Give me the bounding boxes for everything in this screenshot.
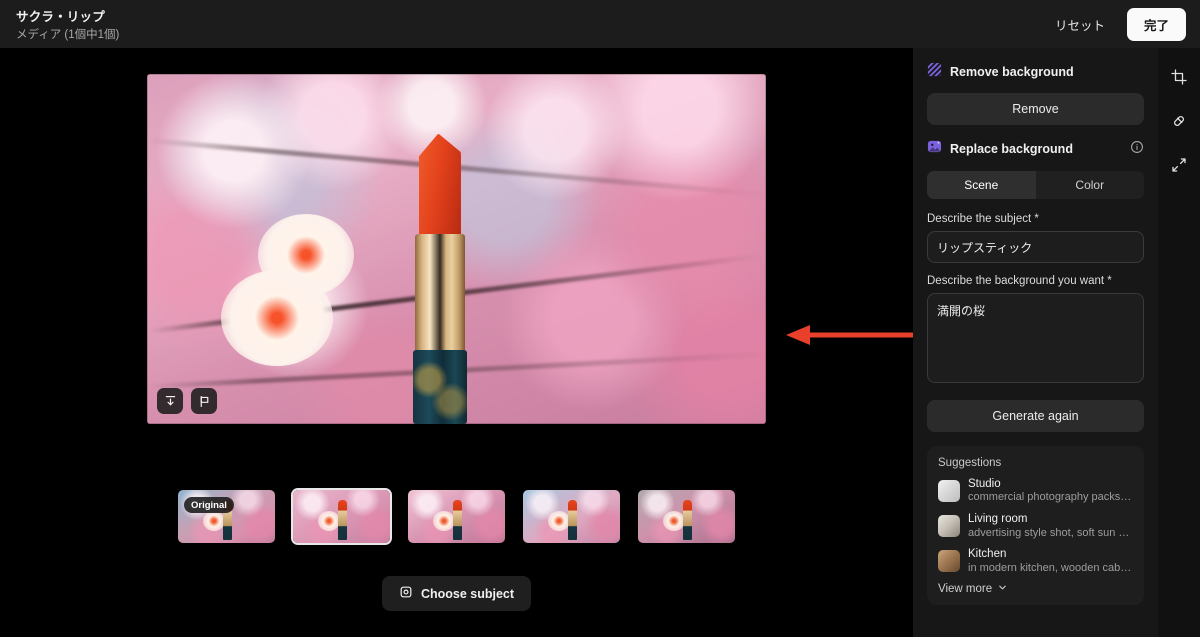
tab-scene[interactable]: Scene [927,171,1036,199]
resize-diagonal-icon[interactable] [1164,150,1194,180]
suggestions-title: Suggestions [938,457,1002,469]
thumbnail-item[interactable]: Original [176,488,277,545]
canvas-area: Original Choose subject [0,48,928,637]
suggestions-panel: Suggestions Studio commercial photograph… [927,446,1144,606]
right-panel: Remove background Remove Replace backgro… [913,48,1158,637]
stripes-icon [927,62,942,82]
thumbnail-item[interactable] [636,488,737,545]
thumbnail-lipstick [567,499,577,540]
suggestion-name: Living room [968,513,1028,526]
remove-button[interactable]: Remove [927,93,1144,125]
suggestion-thumbnail [938,480,960,503]
suggestion-name: Kitchen [968,548,1007,561]
subject-field-label: Describe the subject * [927,213,1039,225]
suggestion-item-living-room[interactable]: Living room advertising style shot, soft… [938,512,1133,540]
flag-icon[interactable] [191,388,217,414]
suggestion-text: Kitchen in modern kitchen, wooden cabi… [968,547,1133,575]
choose-subject-button[interactable]: Choose subject [381,576,532,611]
replace-background-header: Replace background [927,139,1144,159]
suggestion-item-kitchen[interactable]: Kitchen in modern kitchen, wooden cabi… [938,547,1133,575]
image-overlay-actions [157,388,217,414]
choose-subject-container: Choose subject [0,576,913,611]
done-button[interactable]: 完了 [1126,7,1186,41]
thumbnail-lipstick [452,499,462,540]
image-editor-app: サクラ・リップ メディア (1個中1個) リセット 完了 Original Ch… [0,0,1200,637]
remove-background-title: Remove background [950,65,1074,79]
page-subtitle: メディア (1個中1個) [16,29,120,41]
hero-image[interactable] [147,74,766,424]
view-more-label: View more [938,583,993,596]
subject-input[interactable] [927,231,1144,263]
blossom-decoration [221,270,334,366]
suggestion-description: commercial photography packsh… [968,491,1133,504]
generate-again-button[interactable]: Generate again [927,400,1144,432]
top-actions: リセット 完了 [1047,7,1186,41]
suggestion-text: Living room advertising style shot, soft… [968,512,1133,540]
background-field-label: Describe the background you want * [927,275,1112,287]
top-bar: サクラ・リップ メディア (1個中1個) リセット 完了 [0,0,1200,48]
thumbnail-item[interactable] [521,488,622,545]
tab-color[interactable]: Color [1036,171,1145,199]
annotation-arrow [786,325,928,345]
lipstick-subject [407,133,473,424]
tool-rail [1158,48,1200,637]
thumbnail-item[interactable] [406,488,507,545]
suggestion-text: Studio commercial photography packsh… [968,477,1133,505]
lipstick-base [412,349,467,424]
background-mode-tabs: Scene Color [927,171,1144,199]
original-badge: Original [184,497,234,513]
replace-background-title: Replace background [950,142,1073,156]
suggestion-description: in modern kitchen, wooden cabi… [968,561,1133,574]
suggestion-item-studio[interactable]: Studio commercial photography packsh… [938,477,1133,505]
lipstick-bullet [418,133,461,238]
thumbnail-lipstick [682,499,692,540]
subject-target-icon [399,585,413,602]
reset-button[interactable]: リセット [1047,9,1113,40]
thumbnail-lipstick [337,499,347,540]
image-sparkle-icon [927,139,942,159]
view-more-button[interactable]: View more [938,582,1133,596]
info-icon[interactable] [1130,140,1144,159]
crop-icon[interactable] [1164,62,1194,92]
suggestion-thumbnail [938,550,960,573]
lipstick-tube [414,233,465,352]
eraser-icon[interactable] [1164,106,1194,136]
page-title: サクラ・リップ [16,10,105,24]
title-block: サクラ・リップ メディア (1個中1個) [16,6,119,42]
background-prompt-textarea[interactable] [927,293,1144,383]
choose-subject-label: Choose subject [420,586,515,601]
thumbnail-item[interactable] [291,488,392,545]
thumbnail-strip: Original [0,488,913,545]
download-icon[interactable] [157,388,183,414]
suggestion-description: advertising style shot, soft sun s… [968,526,1133,539]
remove-background-header: Remove background [927,62,1144,82]
suggestion-thumbnail [938,515,960,538]
suggestion-name: Studio [968,478,1001,490]
chevron-down-icon [997,582,1008,596]
